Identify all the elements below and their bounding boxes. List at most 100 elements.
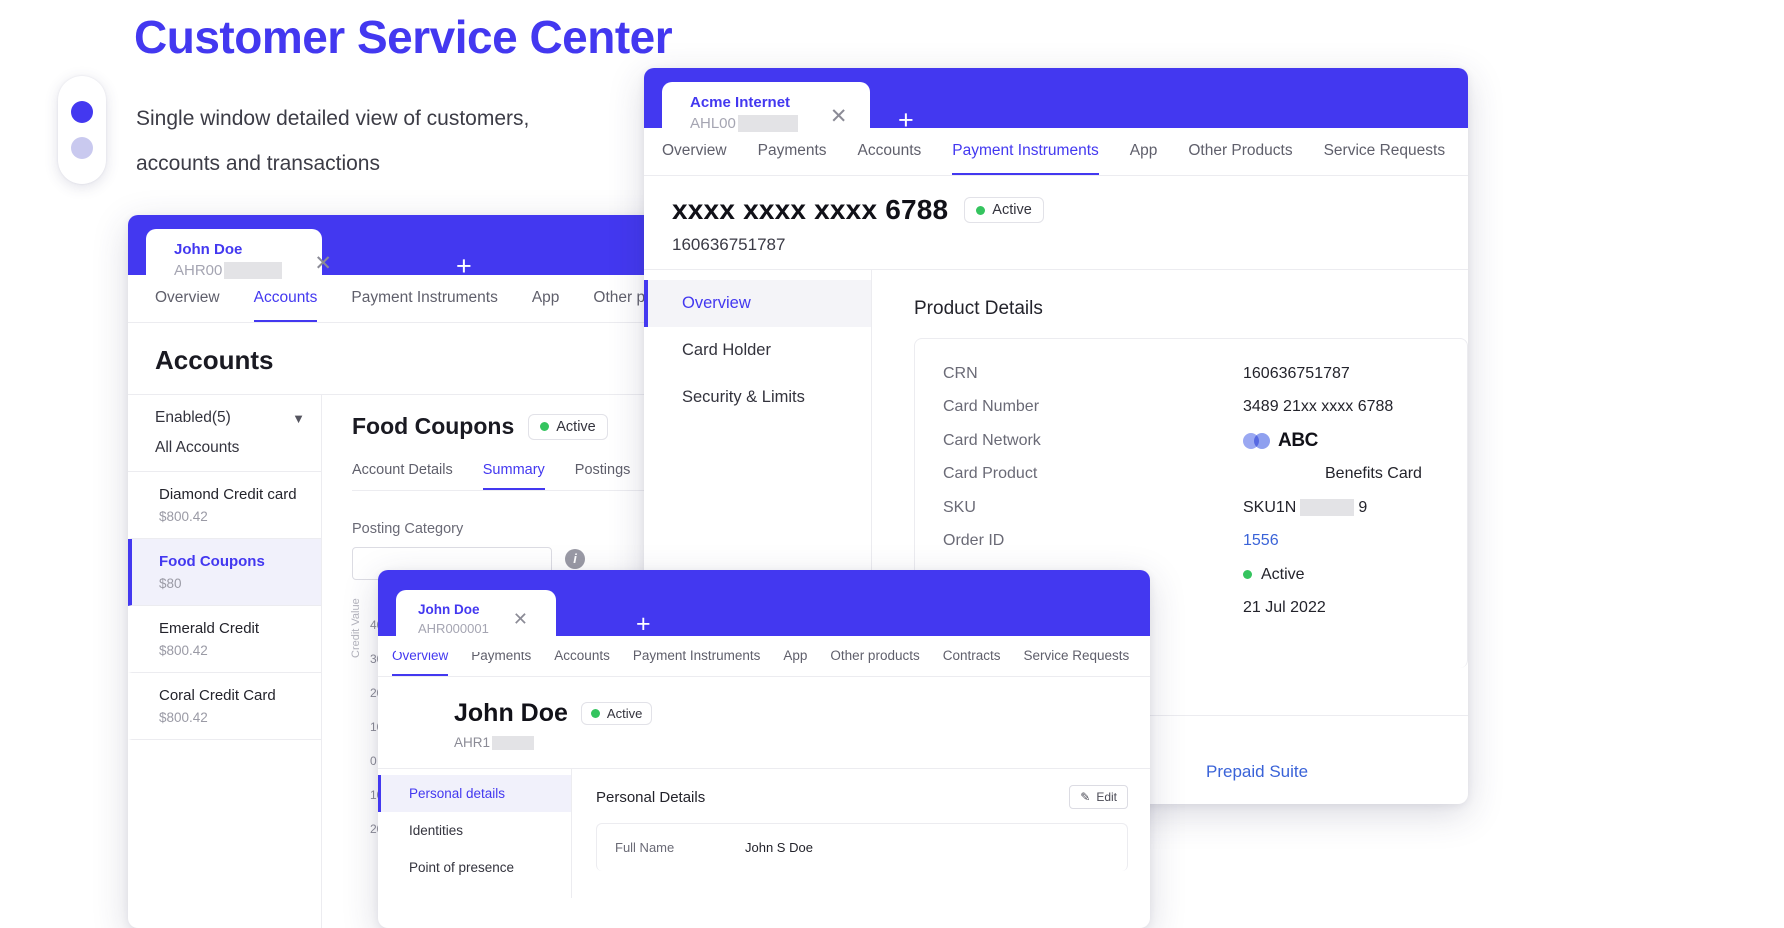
sidebar-item-personal-details[interactable]: Personal details (378, 775, 571, 812)
tab-payment-instruments[interactable]: Payment Instruments (351, 275, 497, 322)
tab-service-requests[interactable]: Service Requests (1024, 636, 1130, 676)
status-label: Active (606, 706, 643, 721)
new-tab-icon[interactable]: + (456, 251, 472, 282)
tab-subtitle: AHR00 (174, 262, 283, 279)
card-network-icon (1243, 432, 1270, 449)
subtab-summary[interactable]: Summary (482, 462, 545, 490)
tab-other-products[interactable]: Other Products (1188, 128, 1292, 175)
tab-payment-instruments[interactable]: Payment Instruments (952, 128, 1099, 175)
product-detail-key: Card Network (943, 431, 1041, 449)
status-dot-icon (976, 205, 986, 215)
new-tab-icon[interactable]: + (898, 105, 914, 136)
field-value: John S Doe (745, 840, 813, 855)
tab-app[interactable]: App (532, 275, 560, 322)
tab-app[interactable]: App (783, 636, 807, 676)
status-label: Active (1261, 565, 1305, 583)
carousel-indicator[interactable] (58, 76, 106, 184)
personal-details-fields: Full Name John S Doe (596, 823, 1128, 871)
account-item-balance: $800.42 (159, 643, 208, 658)
card-crn: 160636751787 (672, 235, 786, 254)
status-badge: Active (528, 413, 608, 440)
browser-tab[interactable]: Acme Internet AHL00 ✕ (662, 82, 870, 144)
product-detail-value[interactable]: 1556 (1243, 532, 1279, 550)
sidebar-item-security-limits[interactable]: Security & Limits (644, 374, 871, 421)
status-dot-icon (590, 709, 600, 718)
product-detail-row: SKU SKU1N 9 (915, 491, 1467, 525)
accounts-filter[interactable]: Enabled(5) ▼ (128, 395, 321, 429)
all-accounts-link[interactable]: All Accounts (128, 429, 321, 472)
accounts-sidebar: Enabled(5) ▼ All Accounts Diamond Credit… (128, 395, 322, 928)
status-label: Active (556, 418, 596, 435)
tab-id-prefix: AHL00 (690, 115, 736, 132)
account-list-item[interactable]: Coral Credit Card $800.42 (128, 673, 321, 740)
product-details-heading: Product Details (914, 298, 1043, 319)
tab-other-products[interactable]: Other products (830, 636, 919, 676)
window-john-doe[interactable]: John Doe AHR000001 ✕ + Overview Payments A… (378, 570, 1150, 928)
personal-details-pane: Personal Details ✎ Edit Full Name John S … (572, 769, 1150, 898)
pencil-icon: ✎ (1080, 790, 1091, 804)
account-item-balance: $800.42 (159, 710, 208, 725)
product-detail-row: CRN 160636751787 (915, 357, 1467, 391)
product-detail-value: Benefits Card (1325, 465, 1422, 483)
account-list-item[interactable]: Emerald Credit $800.42 (128, 606, 321, 673)
chart-y-axis-label: Credit Value (350, 598, 362, 658)
status-label: Active (992, 202, 1032, 218)
sidebar-item-identities[interactable]: Identities (378, 812, 571, 849)
personal-details-heading: Personal Details (596, 788, 706, 806)
browser-tab[interactable]: John Doe AHR000001 ✕ (396, 590, 556, 652)
account-list-item[interactable]: Diamond Credit card $800.42 (128, 472, 321, 539)
carousel-dot-active[interactable] (71, 101, 93, 123)
window-titlebar: John Doe AHR000001 ✕ + (378, 570, 1150, 652)
browser-tab[interactable]: John Doe AHR00 ✕ (146, 229, 332, 291)
account-list-item[interactable]: Food Coupons $80 (128, 539, 321, 606)
sidebar-item-point-of-presence[interactable]: Point of presence (378, 849, 571, 886)
subtab-postings[interactable]: Postings (575, 462, 631, 490)
redacted-id-block (492, 735, 535, 750)
product-detail-key: Card Product (943, 465, 1038, 483)
screenshot-root: Customer Service Center Single window de… (0, 0, 1784, 928)
card-header: xxxx xxxx xxxx 6788 Active 160636751787 (644, 176, 1468, 269)
product-link[interactable]: Debit Card (1206, 802, 1468, 804)
edit-button[interactable]: ✎ Edit (1069, 785, 1128, 809)
status-dot-icon (540, 422, 550, 431)
product-detail-row: Card Network ABC (915, 424, 1467, 458)
chart-y-tick: 0 (370, 754, 377, 768)
sidebar-item-overview[interactable]: Overview (644, 280, 871, 327)
product-detail-key: Card Number (943, 398, 1040, 416)
info-icon[interactable]: i (565, 548, 585, 569)
tab-title: John Doe (174, 241, 243, 258)
chevron-down-icon[interactable]: ▼ (292, 411, 305, 426)
john-sidebar: Personal details Identities Point of prese… (378, 769, 572, 898)
status-dot-icon (1243, 570, 1252, 580)
window-titlebar: Acme Internet AHL00 ✕ + (644, 68, 1468, 144)
customer-id-prefix: AHR1 (454, 735, 491, 750)
product-links-list: Prepaid SuiteDebit CardPremier Miles - P… (1206, 762, 1468, 804)
account-item-name: Diamond Credit card (159, 486, 297, 503)
close-icon[interactable]: ✕ (804, 92, 868, 129)
john-body: Personal details Identities Point of prese… (378, 768, 1150, 898)
tab-id-prefix: AHR00 (174, 262, 223, 279)
tab-service-requests[interactable]: Service Requests (1324, 128, 1445, 175)
tab-subtitle: AHR000001 (418, 621, 489, 636)
sidebar-item-card-holder[interactable]: Card Holder (644, 327, 871, 374)
field-label: Full Name (615, 840, 675, 855)
product-detail-row: Card Product Benefits Card (915, 458, 1467, 492)
close-icon[interactable]: ✕ (495, 600, 544, 630)
page-title: Customer Service Center (134, 11, 673, 63)
tab-accounts[interactable]: Accounts (554, 636, 610, 676)
page-subtitle: Single window detailed view of customers… (136, 107, 530, 175)
product-detail-value: ABC (1243, 430, 1318, 452)
product-link[interactable]: Prepaid Suite (1206, 762, 1468, 782)
account-item-balance: $800.42 (159, 509, 208, 524)
close-icon[interactable]: ✕ (288, 239, 352, 276)
new-tab-icon[interactable]: + (636, 610, 651, 639)
tab-payment-instruments[interactable]: Payment Instruments (633, 636, 761, 676)
account-item-name: Food Coupons (159, 553, 265, 570)
subtab-account-details[interactable]: Account Details (352, 462, 453, 490)
account-item-balance: $80 (159, 576, 182, 591)
abc-network-logo: ABC (1243, 430, 1318, 452)
tab-contracts[interactable]: Contracts (943, 636, 1001, 676)
customer-id: AHR1 (378, 728, 1150, 750)
carousel-dot-inactive[interactable] (71, 137, 93, 159)
tab-app[interactable]: App (1130, 128, 1158, 175)
